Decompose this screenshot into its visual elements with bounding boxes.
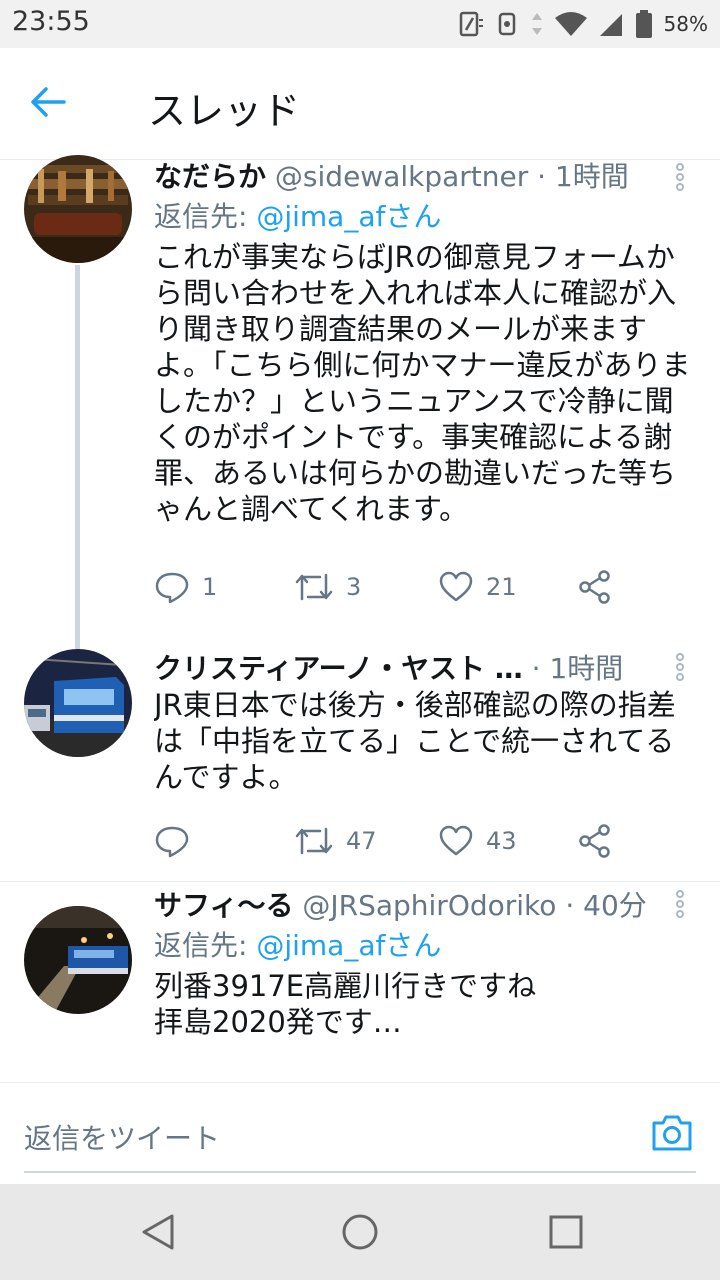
share-button[interactable] [578, 819, 612, 863]
cell-signal-icon [599, 14, 622, 36]
reply-button[interactable] [154, 819, 202, 863]
like-count: 21 [486, 573, 517, 601]
retweet-icon [295, 827, 333, 855]
wifi-icon [554, 12, 587, 36]
system-navigation-bar [0, 1184, 720, 1280]
reply-bubble-icon [155, 572, 189, 604]
separator: · [565, 889, 575, 922]
separator: · [531, 652, 541, 685]
reply-to: 返信先: @jima_afさん [154, 195, 441, 235]
retweet-button[interactable]: 47 [294, 819, 377, 863]
share-icon [579, 824, 610, 858]
reply-prefix: 返信先: [154, 929, 257, 962]
thread-connector [75, 265, 80, 649]
reply-count: 1 [202, 573, 218, 601]
camera-button[interactable] [650, 1111, 694, 1155]
retweet-icon [295, 573, 333, 601]
tweet-header: サフィ〜る @JRSaphirOdoriko · 40分 [154, 876, 670, 926]
app-header: スレッド [0, 48, 720, 160]
reply-bubble-icon [155, 826, 189, 858]
user-handle[interactable]: @sidewalkpartner [275, 160, 528, 193]
like-button[interactable]: 21 [438, 565, 517, 609]
display-name[interactable]: なだらか [154, 160, 266, 193]
tweet-menu-button[interactable] [670, 884, 690, 924]
reply-mention[interactable]: @jima_afさん [256, 200, 441, 233]
tweet-actions: 1 3 21 [154, 565, 624, 609]
avatar[interactable] [24, 155, 132, 263]
display-name[interactable]: クリスティアーノ・ヤスト … [154, 652, 523, 685]
sim-icon [459, 11, 483, 37]
tweet-text: JR東日本では後方・後部確認の際の指差は「中指を立てる」ことで統一されてるんです… [154, 688, 676, 794]
like-button[interactable]: 43 [438, 819, 517, 863]
tweet-time: 1時間 [554, 160, 629, 193]
reply-mention[interactable]: @jima_afさん [256, 929, 441, 962]
status-time: 23:55 [12, 6, 90, 37]
reply-button[interactable]: 1 [154, 565, 217, 609]
status-bar: 23:55 58% [0, 0, 720, 48]
input-underline [24, 1171, 696, 1173]
tweet-menu-button[interactable] [670, 647, 690, 687]
retweet-count: 3 [346, 573, 362, 601]
like-count: 43 [486, 827, 517, 855]
nav-back-button[interactable] [138, 1212, 178, 1252]
more-vertical-icon [676, 890, 684, 918]
tweet-header: なだらか @sidewalkpartner · 1時間 [154, 155, 670, 195]
retweet-button[interactable]: 3 [294, 565, 361, 609]
tweet[interactable]: サフィ〜る @JRSaphirOdoriko · 40分 返信先: @jima_… [0, 882, 720, 1082]
status-icons: 58% [458, 8, 708, 40]
user-handle[interactable]: @JRSaphirOdoriko [302, 889, 556, 922]
tweet-time: 40分 [583, 889, 647, 922]
square-recents-icon [549, 1215, 583, 1249]
avatar[interactable] [24, 906, 132, 1014]
nav-home-button[interactable] [340, 1212, 380, 1252]
circle-home-icon [342, 1214, 378, 1250]
tweet[interactable]: クリスティアーノ・ヤスト … · 1時間 JR東日本では後方・後部確認の際の指差… [0, 631, 720, 881]
avatar[interactable] [24, 649, 132, 757]
reply-input[interactable]: 返信をツイート [24, 1117, 220, 1157]
retweet-count: 47 [346, 827, 377, 855]
nav-recents-button[interactable] [546, 1212, 586, 1252]
separator: · [537, 160, 547, 193]
tweet-header: クリスティアーノ・ヤスト … · 1時間 [154, 647, 670, 687]
alarm-icon [498, 12, 515, 36]
tweet-text: 列番3917E高麗川行きですね 拝島2020発です… [154, 969, 537, 1039]
tweet-time: 1時間 [549, 652, 624, 685]
tweet-actions: 47 43 [154, 819, 624, 863]
reply-compose-bar[interactable]: 返信をツイート [0, 1082, 720, 1184]
share-icon [579, 570, 610, 604]
reply-to: 返信先: @jima_afさん [154, 924, 441, 964]
heart-icon [439, 571, 473, 602]
share-button[interactable] [578, 565, 612, 609]
battery-icon [635, 10, 652, 38]
more-vertical-icon [676, 163, 684, 191]
tweet[interactable]: なだらか @sidewalkpartner · 1時間 返信先: @jima_a… [0, 155, 720, 649]
reply-prefix: 返信先: [154, 200, 257, 233]
tweet-text: これが事実ならばJRの御意見フォームから問い合わせを入れれば本人に確認が入り聞き… [154, 240, 691, 526]
camera-icon [652, 1115, 692, 1151]
triangle-back-icon [142, 1214, 174, 1250]
battery-percentage: 58% [663, 12, 708, 36]
display-name[interactable]: サフィ〜る [154, 889, 293, 922]
back-button[interactable] [28, 82, 80, 126]
tweet-menu-button[interactable] [670, 157, 690, 197]
arrow-left-icon [31, 87, 66, 117]
page-title: スレッド [148, 89, 301, 133]
more-vertical-icon [676, 653, 684, 681]
data-arrows-icon [531, 13, 542, 35]
heart-icon [439, 825, 473, 856]
